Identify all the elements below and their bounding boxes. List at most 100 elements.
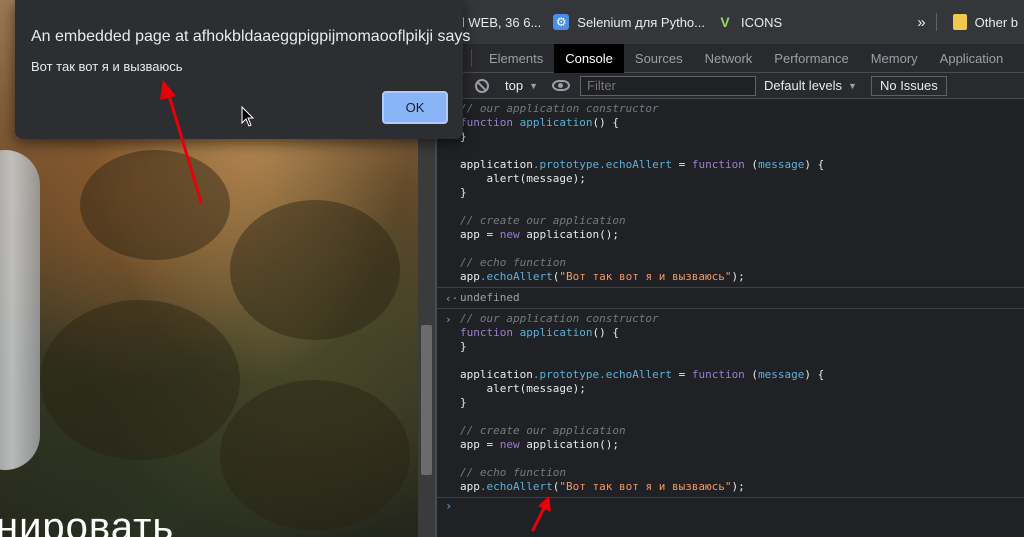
filter-input[interactable] [580,75,756,96]
tab-sources[interactable]: Sources [624,44,694,73]
code-comment: // our application constructor [460,102,659,115]
code-property: .prototype [532,158,600,171]
mouse-cursor-icon [241,106,255,127]
v-icon: V [720,14,730,30]
code-param: message [758,368,805,381]
tab-network[interactable]: Network [694,44,764,73]
code-text: } [460,340,467,353]
console-input-entry: // our application constructor function … [437,99,1024,288]
code-property: .echoAllert [479,270,553,283]
clear-icon [475,78,489,93]
code-text: () { [592,116,619,129]
tab-elements[interactable]: Elements [478,44,554,73]
other-bookmarks[interactable]: Other b [947,8,1024,36]
console-toolbar: top ▼ Default levels ▼ No Issues [437,73,1024,99]
code-comment: // echo function [460,256,566,269]
result-value: undefined [460,291,520,304]
code-keyword: function [691,368,745,381]
code-text: = [671,158,692,171]
code-keyword: function [460,116,513,129]
code-function-name: application [519,326,593,339]
code-text: alert(message); [460,382,586,395]
code-text: application(); [519,438,619,451]
code-comment: // echo function [460,466,566,479]
tab-separator [471,49,472,67]
code-text: app = [460,438,500,451]
code-text: ) { [804,368,825,381]
eye-icon [552,80,570,91]
code-text: = [671,368,692,381]
code-string: "Вот так вот я и вызваюсь" [559,480,732,493]
tab-memory[interactable]: Memory [860,44,929,73]
code-text: alert(message); [460,172,586,185]
result-arrow-icon: ‹· [445,292,459,305]
code-function-name: application [519,116,593,129]
code-text: ) { [804,158,825,171]
code-text: } [460,186,467,199]
bookmark-item[interactable]: ⚙ Selenium для Pytho... [547,8,711,36]
code-comment: // our application constructor [460,312,659,325]
code-property: .echoAllert [479,480,553,493]
bookmarks-overflow-button[interactable]: » [907,14,935,31]
chevron-down-icon: ▼ [529,80,538,91]
code-text: () { [592,326,619,339]
forest-shape [230,200,400,340]
tab-application[interactable]: Application [929,44,1015,73]
code-property: .prototype [532,368,600,381]
console-prompt[interactable]: › [437,498,1024,516]
console-input-entry: › // our application constructor functio… [437,309,1024,498]
page-scrollbar-thumb[interactable] [421,325,432,475]
chevron-down-icon: ▼ [848,80,857,91]
levels-label: Default levels [764,78,843,93]
forest-shape [220,380,410,530]
alert-dialog: An embedded page at afhokbldaaeggpigpijm… [15,0,470,139]
live-expression-button[interactable] [546,73,576,99]
code-text: ); [731,480,745,493]
clear-console-button[interactable] [467,73,497,99]
code-text: app = [460,228,500,241]
page-figure [0,150,40,470]
context-label: top [505,78,524,93]
alert-message: Вот так вот я и вызваюсь [31,59,183,74]
tab-performance[interactable]: Performance [763,44,859,73]
log-levels-dropdown[interactable]: Default levels ▼ [764,78,857,93]
code-comment: // create our application [460,214,626,227]
code-text: ( [744,368,759,381]
bookmark-label: Selenium для Pytho... [577,14,705,30]
issues-button[interactable]: No Issues [870,75,947,96]
context-selector[interactable]: top ▼ [497,78,546,93]
code-text: application [460,368,533,381]
folder-icon [952,14,967,30]
code-text: app [460,270,480,283]
bookmarks-bar: and WEB, 36 6... ⚙ Selenium для Pytho...… [437,0,1024,44]
input-chevron-icon: › [445,313,452,326]
code-text: application [460,158,533,171]
code-property: .echoAllert [599,368,672,381]
console-result-entry: ‹· undefined [437,288,1024,309]
page-heading-fragment: нировать [0,505,175,537]
gear-icon: ⚙ [553,14,570,30]
ok-button[interactable]: OK [382,91,448,124]
bookmark-item[interactable]: V ICONS [711,8,788,36]
bookmarks-separator [935,13,937,31]
code-keyword: function [460,326,513,339]
code-text: } [460,396,467,409]
code-text: application(); [519,228,619,241]
bookmark-label: ICONS [741,14,783,30]
forest-shape [80,150,230,260]
devtools-tabbar: Elements Console Sources Network Perform… [437,43,1024,73]
code-string: "Вот так вот я и вызваюсь" [559,270,732,283]
code-keyword: new [499,228,520,241]
prompt-chevron-icon: › [445,499,453,513]
forest-shape [40,300,240,460]
code-param: message [758,158,805,171]
code-text: app [460,480,480,493]
tab-console[interactable]: Console [554,43,624,73]
code-text: ( [744,158,759,171]
console-output[interactable]: // our application constructor function … [437,99,1024,537]
code-comment: // create our application [460,424,626,437]
code-text: ); [731,270,745,283]
code-keyword: new [499,438,520,451]
alert-title: An embedded page at afhokbldaaeggpigpijm… [31,28,471,45]
bookmark-label: Other b [974,14,1018,30]
